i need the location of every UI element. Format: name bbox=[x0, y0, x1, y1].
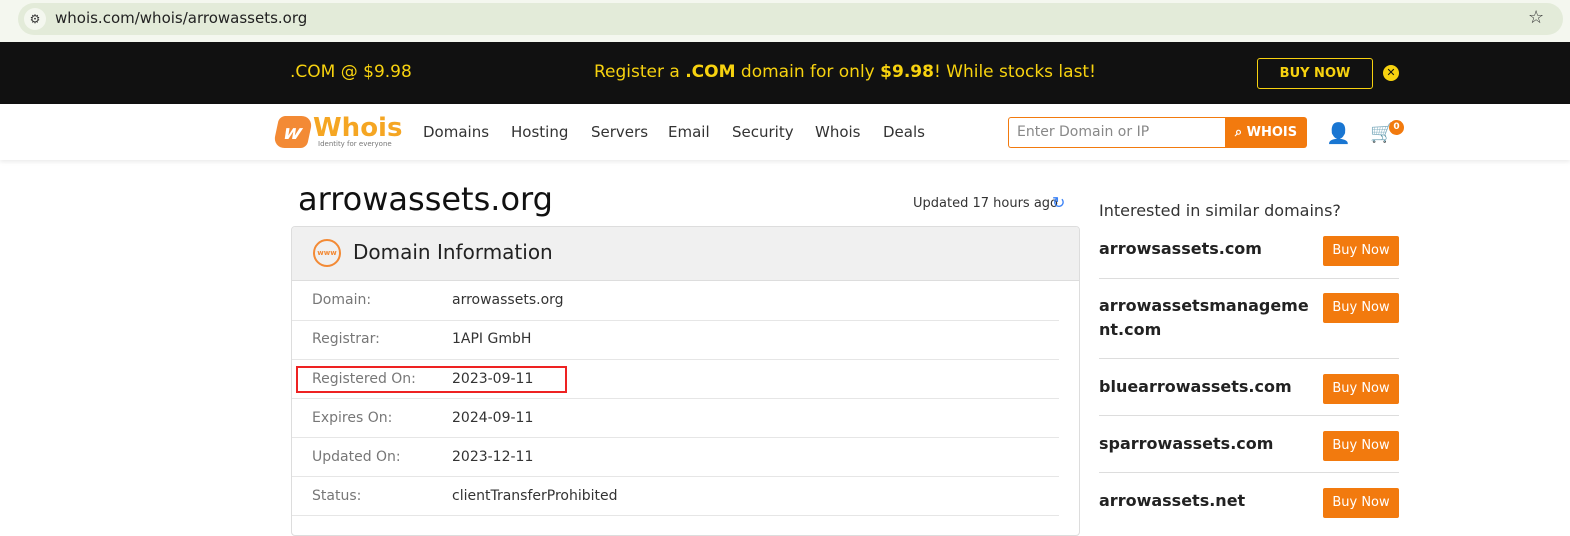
url-text[interactable]: whois.com/whois/arrowassets.org bbox=[55, 9, 307, 27]
row-label: Domain: bbox=[312, 292, 372, 308]
whois-search-button[interactable]: ⌕ WHOIS bbox=[1225, 117, 1307, 148]
similar-domains-title: Interested in similar domains? bbox=[1099, 201, 1341, 220]
buy-now-button[interactable]: Buy Now bbox=[1323, 236, 1399, 266]
similar-domain: arrowassets.net bbox=[1099, 491, 1246, 510]
nav-deals[interactable]: Deals bbox=[883, 123, 925, 141]
promo-price: .COM @ $9.98 bbox=[290, 62, 412, 82]
promo-text: Register a bbox=[594, 62, 686, 82]
highlight-box bbox=[296, 366, 567, 393]
row-label: Updated On: bbox=[312, 449, 401, 465]
updated-time: Updated 17 hours ago bbox=[913, 196, 1058, 211]
nav-servers[interactable]: Servers bbox=[591, 123, 648, 141]
buy-now-button[interactable]: Buy Now bbox=[1323, 293, 1399, 323]
similar-domain: arrowassetsmanagement.com bbox=[1099, 296, 1309, 339]
row-label: Status: bbox=[312, 488, 362, 504]
row-label: Expires On: bbox=[312, 410, 393, 426]
similar-domain: arrowsassets.com bbox=[1099, 239, 1262, 258]
bookmark-star-icon[interactable]: ☆ bbox=[1528, 7, 1544, 28]
row-value: clientTransferProhibited bbox=[452, 488, 618, 504]
promo-text: $9.98 bbox=[880, 62, 934, 82]
info-row: Updated On: 2023-12-11 bbox=[292, 438, 1059, 477]
card-header: www Domain Information bbox=[292, 227, 1079, 281]
www-icon: www bbox=[313, 239, 341, 267]
promo-text: ! While stocks last! bbox=[933, 62, 1096, 82]
close-icon[interactable]: ✕ bbox=[1383, 65, 1399, 81]
nav-whois[interactable]: Whois bbox=[815, 123, 861, 141]
cart-count-badge: 0 bbox=[1389, 120, 1404, 135]
info-row: Status: clientTransferProhibited bbox=[292, 477, 1059, 516]
row-value: 2024-09-11 bbox=[452, 410, 534, 426]
promo-text: domain for only bbox=[735, 62, 881, 82]
refresh-icon[interactable]: ↻ bbox=[1052, 193, 1065, 212]
page-title: arrowassets.org bbox=[298, 180, 553, 218]
nav-email[interactable]: Email bbox=[668, 123, 710, 141]
similar-domain: bluearrowassets.com bbox=[1099, 377, 1292, 396]
info-row: Registrar: 1API GmbH bbox=[292, 321, 1059, 360]
row-value: 2023-12-11 bbox=[452, 449, 534, 465]
card-title: Domain Information bbox=[353, 240, 553, 264]
promo-message: Register a .COM domain for only $9.98! W… bbox=[594, 62, 1096, 82]
nav-domains[interactable]: Domains bbox=[423, 123, 489, 141]
site-settings-icon[interactable]: ⚙ bbox=[24, 8, 46, 30]
logo[interactable]: Whois bbox=[313, 113, 402, 143]
divider bbox=[1099, 472, 1399, 473]
nav-security[interactable]: Security bbox=[732, 123, 794, 141]
search-button-label: WHOIS bbox=[1246, 125, 1298, 140]
similar-domain: sparrowassets.com bbox=[1099, 434, 1274, 453]
promo-text: .COM bbox=[685, 62, 736, 82]
user-icon[interactable]: 👤 bbox=[1326, 121, 1351, 145]
divider bbox=[1099, 415, 1399, 416]
buy-now-button[interactable]: Buy Now bbox=[1323, 488, 1399, 518]
info-row: Expires On: 2024-09-11 bbox=[292, 399, 1059, 438]
info-row: Domain: arrowassets.org bbox=[292, 282, 1059, 321]
domain-search-input[interactable]: Enter Domain or IP bbox=[1008, 117, 1225, 148]
logo-icon[interactable]: w bbox=[272, 116, 314, 148]
row-value: arrowassets.org bbox=[452, 292, 564, 308]
promo-buy-now-button[interactable]: BUY NOW bbox=[1257, 58, 1373, 89]
buy-now-button[interactable]: Buy Now bbox=[1323, 431, 1399, 461]
divider bbox=[1099, 358, 1399, 359]
row-label: Registrar: bbox=[312, 331, 380, 347]
logo-tagline: Identity for everyone bbox=[318, 140, 392, 148]
buy-now-button[interactable]: Buy Now bbox=[1323, 374, 1399, 404]
row-value: 1API GmbH bbox=[452, 331, 532, 347]
search-icon: ⌕ bbox=[1234, 125, 1247, 140]
nav-hosting[interactable]: Hosting bbox=[511, 123, 568, 141]
divider bbox=[1099, 278, 1399, 279]
